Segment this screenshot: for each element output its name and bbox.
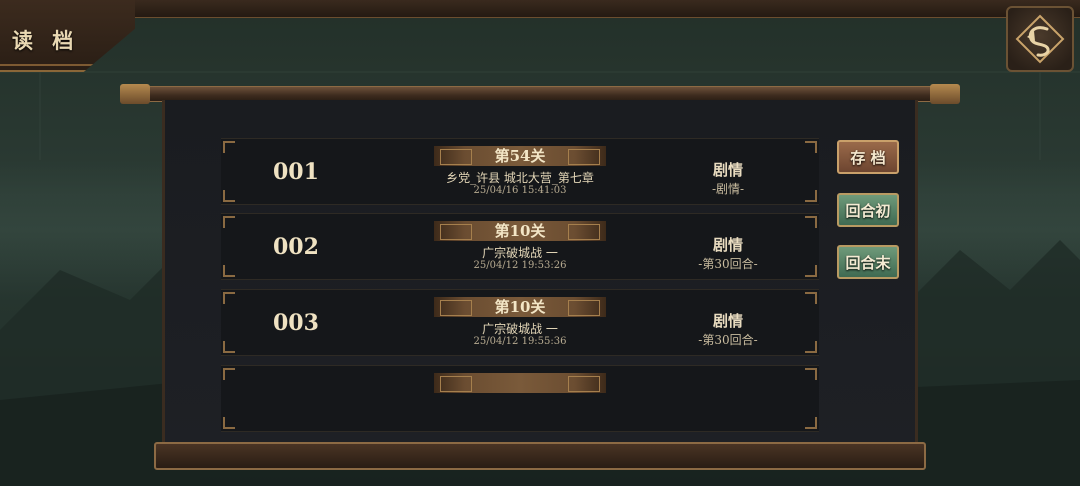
- back-button[interactable]: [1006, 6, 1074, 72]
- mode-label: 剧情: [712, 161, 743, 179]
- mode-label: 剧情: [712, 312, 743, 330]
- stage-name: 乡党_许县 城北大营_第七章: [446, 171, 594, 185]
- stage-title: 第54关: [494, 147, 546, 165]
- save-slot[interactable]: 003 第10关 广宗破城战 一 25/04/12 19:55:36 剧情 -第…: [221, 289, 819, 356]
- scroll-rod-cap-left: [120, 84, 150, 104]
- corner-ornament: [223, 265, 235, 277]
- corner-ornament: [805, 190, 817, 202]
- corner-ornament: [805, 368, 817, 380]
- page-title: 读 档: [12, 28, 80, 53]
- corner-ornament: [223, 141, 235, 153]
- corner-ornament: [805, 265, 817, 277]
- save-timestamp: 25/04/16 15:41:03: [473, 185, 567, 196]
- corner-ornament: [805, 341, 817, 353]
- back-arrow-icon: [1015, 14, 1065, 64]
- top-bar: [0, 0, 1080, 18]
- save-game-button[interactable]: 存 档: [837, 140, 899, 174]
- save-slot[interactable]: 002 第10关 广宗破城战 一 25/04/12 19:53:26 剧情 -第…: [221, 213, 819, 280]
- corner-ornament: [223, 190, 235, 202]
- corner-ornament: [805, 141, 817, 153]
- corner-ornament: [805, 216, 817, 228]
- save-timestamp: 25/04/12 19:55:36: [473, 336, 567, 347]
- save-slot-empty[interactable]: [221, 365, 819, 432]
- corner-ornament: [805, 417, 817, 429]
- save-timestamp: 25/04/12 19:53:26: [473, 260, 567, 271]
- stage-title: 第10关: [494, 298, 546, 316]
- scroll-rod-cap-right: [930, 84, 960, 104]
- stage-name: 广宗破城战 一: [482, 322, 558, 336]
- mode-detail: -第30回合-: [698, 257, 758, 271]
- turn-start-button[interactable]: 回合初: [837, 193, 899, 227]
- slot-number: 001: [273, 159, 319, 185]
- turn-end-button[interactable]: 回合末: [837, 245, 899, 279]
- corner-ornament: [223, 216, 235, 228]
- mode-detail: -第30回合-: [698, 333, 758, 347]
- slot-number: 003: [273, 310, 319, 336]
- save-slot[interactable]: 001 第54关 乡党_许县 城北大营_第七章 25/04/16 15:41:0…: [221, 138, 819, 205]
- scroll-rod-bottom: [154, 442, 926, 470]
- slot-number: 002: [273, 234, 319, 260]
- mode-label: 剧情: [712, 236, 743, 254]
- corner-ornament: [223, 417, 235, 429]
- mode-detail: -剧情-: [711, 182, 745, 196]
- corner-ornament: [223, 292, 235, 304]
- stage-name: 广宗破城战 一: [482, 246, 558, 260]
- stage-title: 第10关: [494, 222, 546, 240]
- corner-ornament: [223, 341, 235, 353]
- corner-ornament: [805, 292, 817, 304]
- stage-title: [434, 373, 606, 393]
- corner-ornament: [223, 368, 235, 380]
